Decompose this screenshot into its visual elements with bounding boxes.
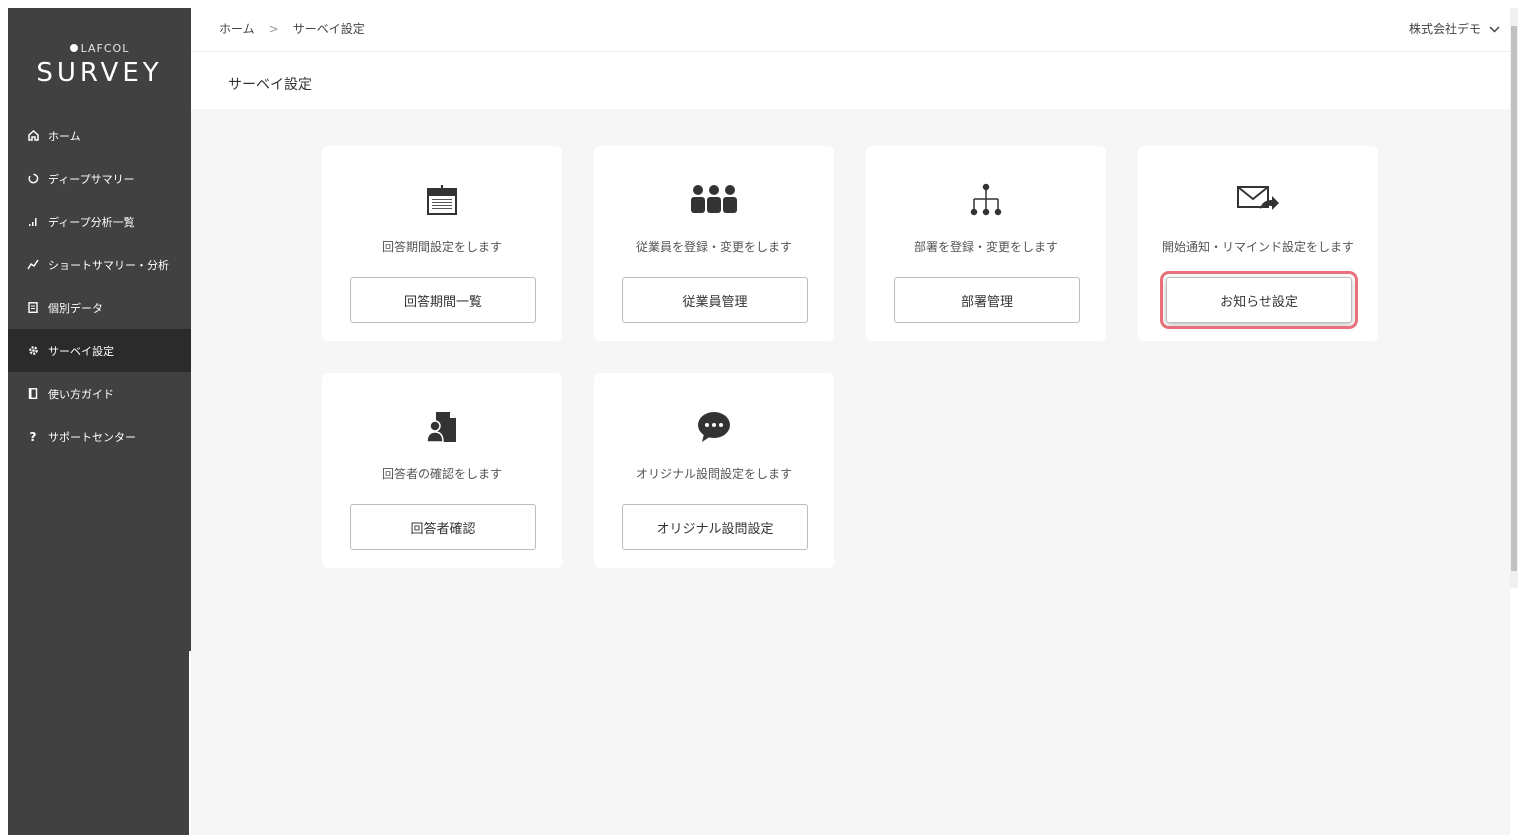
- sidebar-item-deep-summary[interactable]: ディープサマリー: [8, 157, 191, 200]
- sidebar-item-label: 使い方ガイド: [48, 387, 114, 401]
- gear-icon: [26, 345, 40, 356]
- card-description: オリジナル設問設定をします: [635, 467, 792, 481]
- sidebar-item-deep-analysis[interactable]: ディープ分析一覧: [8, 200, 191, 243]
- card-respondents: 回答者の確認をします 回答者確認: [322, 373, 562, 568]
- document-icon: [26, 302, 40, 313]
- org-chart-icon: [866, 180, 1106, 220]
- original-question-settings-button[interactable]: オリジナル設問設定: [622, 504, 808, 550]
- card-description: 従業員を登録・変更をします: [635, 240, 792, 254]
- sidebar-item-support-center[interactable]: ? サポートセンター: [8, 415, 191, 458]
- page-title: サーベイ設定: [228, 77, 312, 93]
- sidebar-item-label: ディープ分析一覧: [48, 215, 135, 229]
- logo[interactable]: LAFCOL SURVEY: [8, 42, 191, 88]
- sidebar-item-label: ショートサマリー・分析: [48, 258, 169, 272]
- logo-brand-small: LAFCOL: [80, 42, 130, 55]
- card-answer-period: 回答期間設定をします 回答期間一覧: [322, 146, 562, 341]
- mail-forward-icon: [1138, 180, 1378, 220]
- sidebar-item-individual-data[interactable]: 個別データ: [8, 286, 191, 329]
- breadcrumb-current: サーベイ設定: [292, 22, 365, 36]
- circle-arrow-icon: [26, 173, 40, 184]
- calendar-icon: [322, 180, 562, 220]
- sidebar: LAFCOL SURVEY ホーム ディープサマリー ディープ分析一覧 ショート…: [8, 8, 191, 835]
- sidebar-item-survey-settings[interactable]: サーベイ設定: [8, 329, 191, 372]
- bar-chart-icon: [26, 216, 40, 227]
- company-name: 株式会社デモ: [1408, 22, 1481, 36]
- question-icon: ?: [29, 429, 37, 444]
- logo-dot-icon: [69, 44, 78, 52]
- logo-brand-big: SURVEY: [36, 58, 163, 88]
- sidebar-nav: ホーム ディープサマリー ディープ分析一覧 ショートサマリー・分析 個別データ: [8, 114, 191, 458]
- sidebar-item-label: 個別データ: [48, 301, 103, 315]
- card-departments: 部署を登録・変更をします 部署管理: [866, 146, 1106, 341]
- sidebar-item-short-summary[interactable]: ショートサマリー・分析: [8, 243, 191, 286]
- chat-bubble-icon: [594, 407, 834, 447]
- breadcrumb-home[interactable]: ホーム: [219, 20, 255, 37]
- card-description: 回答期間設定をします: [381, 240, 502, 254]
- people-group-icon: [594, 180, 834, 220]
- sidebar-item-guide[interactable]: 使い方ガイド: [8, 372, 191, 415]
- company-selector[interactable]: 株式会社デモ: [1409, 20, 1500, 37]
- answer-period-list-button[interactable]: 回答期間一覧: [350, 277, 536, 323]
- sidebar-item-label: サポートセンター: [48, 430, 136, 444]
- employee-management-button[interactable]: 従業員管理: [622, 277, 808, 323]
- department-management-button[interactable]: 部署管理: [894, 277, 1080, 323]
- scrollbar-thumb[interactable]: [1511, 26, 1517, 571]
- page-title-bar: サーベイ設定: [191, 53, 1510, 109]
- person-document-icon: [322, 407, 562, 447]
- sidebar-item-label: ホーム: [48, 129, 81, 143]
- sidebar-item-label: サーベイ設定: [48, 344, 114, 358]
- sidebar-item-label: ディープサマリー: [48, 172, 135, 186]
- card-employees: 従業員を登録・変更をします 従業員管理: [594, 146, 834, 341]
- card-original-questions: オリジナル設問設定をします オリジナル設問設定: [594, 373, 834, 568]
- card-description: 開始通知・リマインド設定をします: [1161, 240, 1354, 254]
- sidebar-item-home[interactable]: ホーム: [8, 114, 191, 157]
- card-description: 回答者の確認をします: [381, 467, 502, 481]
- chevron-down-icon: [1489, 22, 1500, 36]
- home-icon: [26, 130, 40, 141]
- book-icon: [26, 388, 40, 399]
- main-content: 回答期間設定をします 回答期間一覧 従業員を登録・変更をします 従業員管理 部署…: [191, 109, 1510, 835]
- breadcrumb: ホーム > サーベイ設定: [219, 20, 365, 37]
- scrollbar[interactable]: [1510, 8, 1518, 588]
- line-chart-icon: [26, 259, 40, 270]
- card-description: 部署を登録・変更をします: [913, 240, 1058, 254]
- notification-settings-button[interactable]: お知らせ設定: [1160, 271, 1358, 329]
- card-notifications: 開始通知・リマインド設定をします お知らせ設定: [1138, 146, 1378, 341]
- breadcrumb-separator: >: [268, 21, 279, 36]
- top-bar: ホーム > サーベイ設定 株式会社デモ: [191, 8, 1510, 52]
- respondent-check-button[interactable]: 回答者確認: [350, 504, 536, 550]
